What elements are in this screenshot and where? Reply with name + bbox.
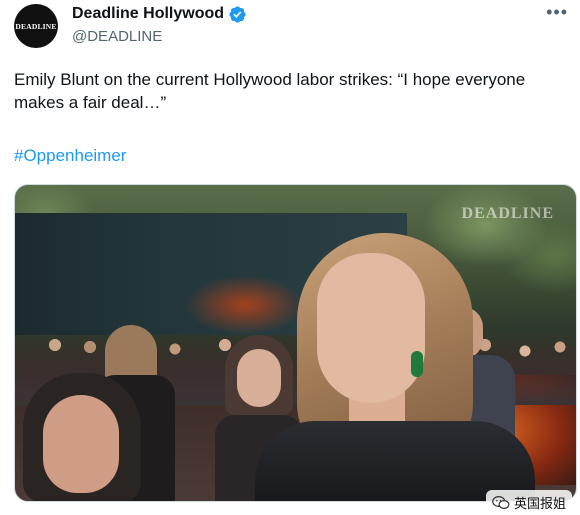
source-badge-label: 英国报姐 bbox=[513, 496, 566, 511]
avatar-text: DEADLINE bbox=[15, 21, 57, 31]
tweet-card[interactable]: DEADLINE Deadline Hollywood @DEADLINE ••… bbox=[0, 0, 580, 515]
hashtag-link[interactable]: #Oppenheimer bbox=[14, 146, 126, 166]
wechat-icon bbox=[492, 495, 510, 509]
person-foreground bbox=[255, 233, 535, 501]
tweet-text: Emily Blunt on the current Hollywood lab… bbox=[14, 70, 526, 112]
display-name[interactable]: Deadline Hollywood bbox=[72, 5, 224, 23]
source-badge: 英国报姐 bbox=[485, 490, 572, 515]
deadline-watermark: DEADLINE bbox=[461, 205, 554, 222]
tweet-video[interactable]: DEADLINE bbox=[14, 184, 577, 502]
author-info: Deadline Hollywood @DEADLINE bbox=[72, 4, 247, 45]
verified-badge-icon bbox=[229, 5, 246, 23]
author-handle[interactable]: @DEADLINE bbox=[72, 28, 247, 45]
author-avatar[interactable]: DEADLINE bbox=[14, 4, 58, 48]
person-left bbox=[23, 373, 141, 501]
display-name-row: Deadline Hollywood bbox=[72, 4, 247, 24]
more-options-icon[interactable]: ••• bbox=[546, 3, 568, 21]
